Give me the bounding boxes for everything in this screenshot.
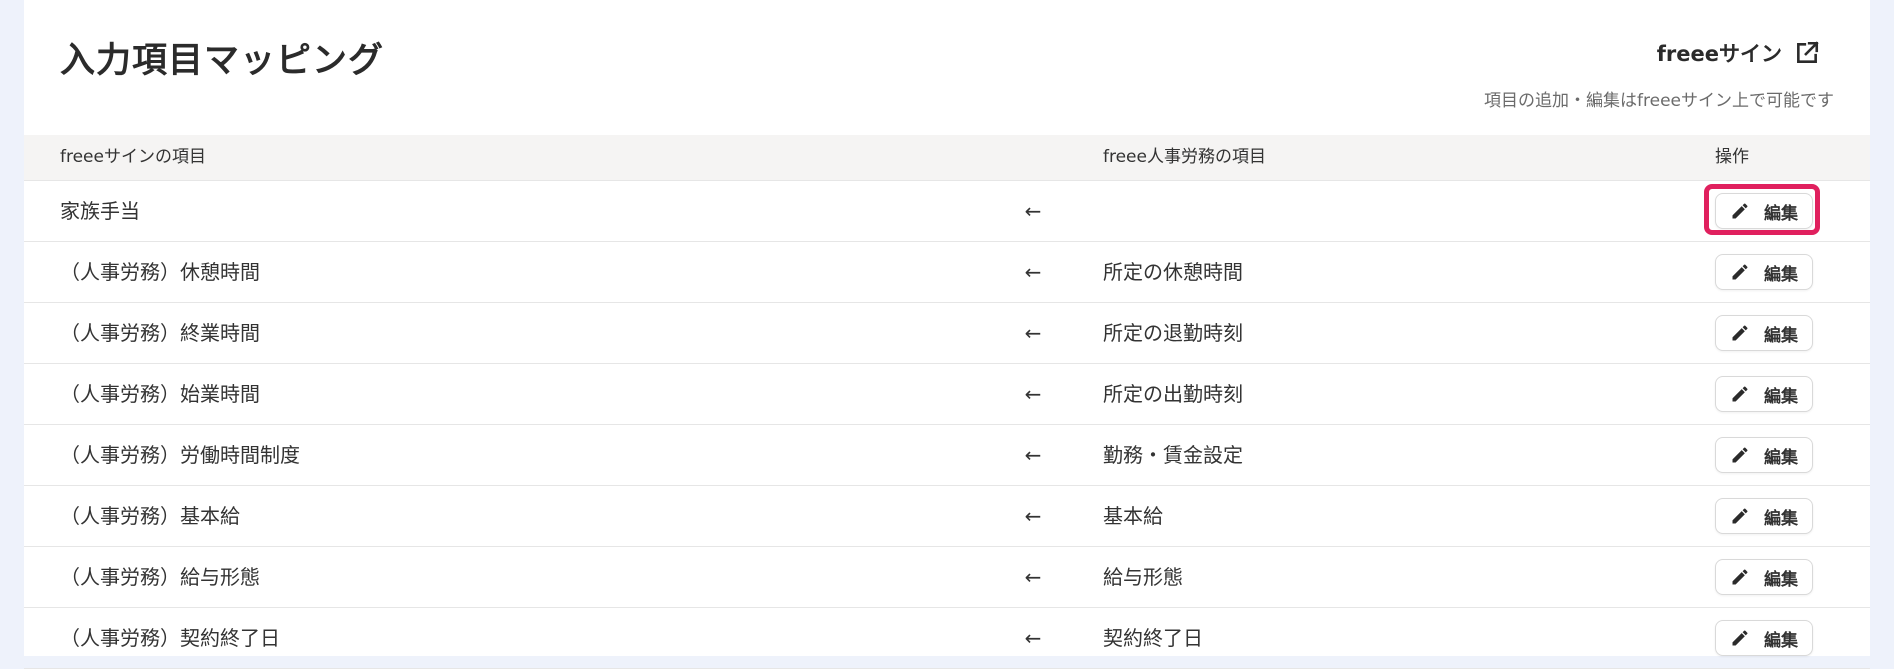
pencil-icon bbox=[1730, 323, 1750, 343]
target-field-label: 所定の退勤時刻 bbox=[1103, 321, 1243, 345]
mapping-arrow-icon: ← bbox=[1024, 565, 1042, 589]
source-field-label: （人事労務）基本給 bbox=[60, 504, 240, 528]
mapping-arrow-icon: ← bbox=[1024, 504, 1042, 528]
hint-text: 項目の追加・編集はfreeeサイン上で可能です bbox=[1484, 91, 1834, 111]
target-field-label: 契約終了日 bbox=[1103, 626, 1203, 650]
edit-button[interactable]: 編集 bbox=[1715, 620, 1813, 656]
target-field-label: 給与形態 bbox=[1103, 565, 1183, 589]
external-link-icon bbox=[1794, 40, 1820, 66]
pencil-icon bbox=[1730, 262, 1750, 282]
table-body: 家族手当 ← 編集 （人事労務）休憩時間 ← 所定の休憩時間 編集 （人事労務）終業時間 ← 所定… bbox=[24, 181, 1870, 669]
edit-button-label: 編集 bbox=[1764, 264, 1798, 285]
edit-button-label: 編集 bbox=[1764, 447, 1798, 468]
source-field-label: 家族手当 bbox=[60, 199, 140, 223]
page-title: 入力項目マッピング bbox=[60, 41, 385, 81]
edit-button[interactable]: 編集 bbox=[1715, 498, 1813, 534]
mapping-arrow-icon: ← bbox=[1024, 382, 1042, 406]
source-field-label: （人事労務）契約終了日 bbox=[60, 626, 280, 650]
source-field-label: （人事労務）始業時間 bbox=[60, 382, 260, 406]
edit-button-label: 編集 bbox=[1764, 569, 1798, 590]
edit-button-label: 編集 bbox=[1764, 325, 1798, 346]
external-link-label: freeeサイン bbox=[1656, 42, 1782, 66]
target-field-label: 所定の出勤時刻 bbox=[1103, 382, 1243, 406]
edit-button[interactable]: 編集 bbox=[1715, 254, 1813, 290]
edit-button-label: 編集 bbox=[1764, 203, 1798, 224]
pencil-icon bbox=[1730, 506, 1750, 526]
table-row: （人事労務）始業時間 ← 所定の出勤時刻 編集 bbox=[24, 364, 1870, 425]
mapping-table: freeeサインの項目 freee人事労務の項目 操作 家族手当 ← 編集 （人事労務… bbox=[24, 135, 1870, 669]
source-field-label: （人事労務）労働時間制度 bbox=[60, 443, 300, 467]
edit-button-label: 編集 bbox=[1764, 386, 1798, 407]
column-header-action: 操作 bbox=[1715, 147, 1749, 167]
table-row: （人事労務）給与形態 ← 給与形態 編集 bbox=[24, 547, 1870, 608]
mapping-arrow-icon: ← bbox=[1024, 626, 1042, 650]
column-header-source: freeeサインの項目 bbox=[60, 147, 206, 167]
edit-button[interactable]: 編集 bbox=[1715, 376, 1813, 412]
source-field-label: （人事労務）休憩時間 bbox=[60, 260, 260, 284]
table-row: （人事労務）終業時間 ← 所定の退勤時刻 編集 bbox=[24, 303, 1870, 364]
pencil-icon bbox=[1730, 384, 1750, 404]
target-field-label: 所定の休憩時間 bbox=[1103, 260, 1243, 284]
source-field-label: （人事労務）給与形態 bbox=[60, 565, 260, 589]
mapping-arrow-icon: ← bbox=[1024, 260, 1042, 284]
table-row: （人事労務）契約終了日 ← 契約終了日 編集 bbox=[24, 608, 1870, 669]
freee-sign-external-link[interactable]: freeeサイン bbox=[1657, 38, 1820, 68]
table-row: （人事労務）労働時間制度 ← 勤務・賃金設定 編集 bbox=[24, 425, 1870, 486]
target-field-label: 基本給 bbox=[1103, 504, 1163, 528]
pencil-icon bbox=[1730, 567, 1750, 587]
pencil-icon bbox=[1730, 201, 1750, 221]
mapping-arrow-icon: ← bbox=[1024, 443, 1042, 467]
source-field-label: （人事労務）終業時間 bbox=[60, 321, 260, 345]
mapping-arrow-icon: ← bbox=[1024, 321, 1042, 345]
edit-button-label: 編集 bbox=[1764, 508, 1798, 529]
column-header-target: freee人事労務の項目 bbox=[1103, 147, 1266, 167]
edit-button[interactable]: 編集 bbox=[1715, 559, 1813, 595]
edit-button[interactable]: 編集 bbox=[1715, 315, 1813, 351]
table-header: freeeサインの項目 freee人事労務の項目 操作 bbox=[24, 135, 1870, 181]
edit-button-label: 編集 bbox=[1764, 630, 1798, 651]
edit-button[interactable]: 編集 bbox=[1715, 193, 1813, 229]
mapping-arrow-icon: ← bbox=[1024, 199, 1042, 223]
table-row: （人事労務）基本給 ← 基本給 編集 bbox=[24, 486, 1870, 547]
edit-button[interactable]: 編集 bbox=[1715, 437, 1813, 473]
pencil-icon bbox=[1730, 628, 1750, 648]
table-row: 家族手当 ← 編集 bbox=[24, 181, 1870, 242]
target-field-label: 勤務・賃金設定 bbox=[1103, 443, 1243, 467]
table-row: （人事労務）休憩時間 ← 所定の休憩時間 編集 bbox=[24, 242, 1870, 303]
mapping-panel: 入力項目マッピング freeeサイン 項目の追加・編集はfreeeサイン上で可能… bbox=[24, 0, 1870, 669]
pencil-icon bbox=[1730, 445, 1750, 465]
